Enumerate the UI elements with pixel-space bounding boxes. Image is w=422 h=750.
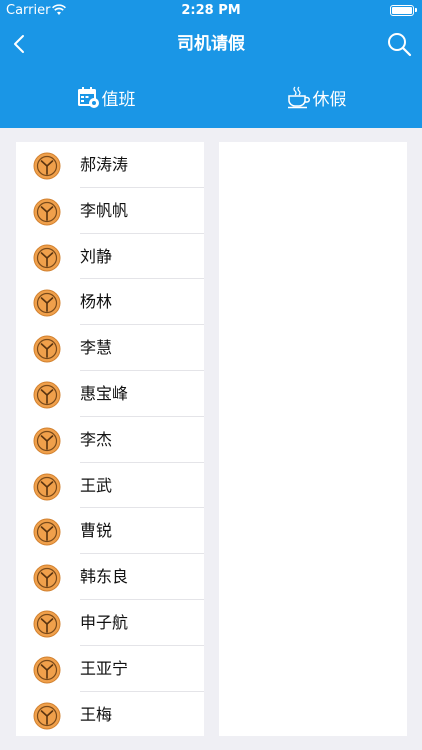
driver-avatar-icon (33, 473, 61, 501)
leave-type-tabs: 值班 休假 (0, 66, 422, 128)
driver-name: 李杰 (80, 429, 113, 449)
coffee-cup-icon (287, 86, 310, 109)
driver-avatar-icon (33, 152, 61, 180)
tab-duty-label: 值班 (101, 89, 136, 110)
battery-icon (390, 5, 417, 16)
tab-duty[interactable]: 值班 (0, 66, 211, 128)
driver-name: 刘静 (80, 246, 113, 266)
driver-avatar-icon (33, 656, 61, 684)
driver-avatar-icon (33, 564, 61, 592)
search-icon[interactable] (386, 31, 412, 57)
driver-row[interactable]: 曹锐 (16, 508, 204, 555)
driver-name: 韩东良 (80, 567, 129, 587)
driver-name: 李慧 (80, 338, 113, 358)
driver-row[interactable]: 杨林 (16, 279, 204, 326)
driver-row[interactable]: 王武 (16, 463, 204, 509)
driver-row[interactable]: 李慧 (16, 325, 204, 371)
driver-avatar-icon (33, 610, 61, 638)
driver-list[interactable]: 郝涛涛 李帆帆 刘静 杨林 李慧 惠宝峰 李杰 王武 曹锐 韩东良 申子航 王亚… (16, 142, 204, 736)
tab-vacation-label: 休假 (312, 89, 347, 110)
detail-panel (219, 142, 407, 736)
driver-name: 杨林 (80, 292, 113, 312)
tab-vacation[interactable]: 休假 (211, 66, 422, 128)
driver-avatar-icon (33, 702, 61, 730)
driver-row[interactable]: 郝涛涛 (16, 142, 204, 188)
driver-name: 王亚宁 (80, 658, 129, 678)
status-bar: Carrier 2:28 PM (0, 0, 422, 22)
driver-avatar-icon (33, 381, 61, 409)
driver-name: 曹锐 (80, 521, 113, 541)
page-title: 司机请假 (177, 34, 245, 54)
driver-avatar-icon (33, 289, 61, 317)
navigation-bar: 司机请假 (0, 22, 422, 66)
driver-row[interactable]: 韩东良 (16, 554, 204, 600)
driver-avatar-icon (33, 244, 61, 272)
driver-row[interactable]: 刘静 (16, 234, 204, 280)
driver-name: 李帆帆 (80, 200, 129, 220)
driver-name: 惠宝峰 (80, 383, 129, 403)
status-time: 2:28 PM (181, 3, 241, 18)
driver-row[interactable]: 王亚宁 (16, 646, 204, 692)
driver-row[interactable]: 李帆帆 (16, 188, 204, 234)
driver-row[interactable]: 申子航 (16, 600, 204, 646)
driver-avatar-icon (33, 335, 61, 363)
calendar-icon (77, 87, 99, 108)
driver-name: 王梅 (80, 704, 113, 724)
driver-avatar-icon (33, 198, 61, 226)
driver-row[interactable]: 惠宝峰 (16, 371, 204, 417)
driver-avatar-icon (33, 427, 61, 455)
driver-row[interactable]: 李杰 (16, 417, 204, 463)
driver-name: 王武 (80, 475, 113, 495)
driver-name: 申子航 (80, 612, 129, 632)
driver-avatar-icon (33, 518, 61, 546)
driver-name: 郝涛涛 (80, 155, 129, 174)
driver-row[interactable]: 王梅 (16, 692, 204, 736)
